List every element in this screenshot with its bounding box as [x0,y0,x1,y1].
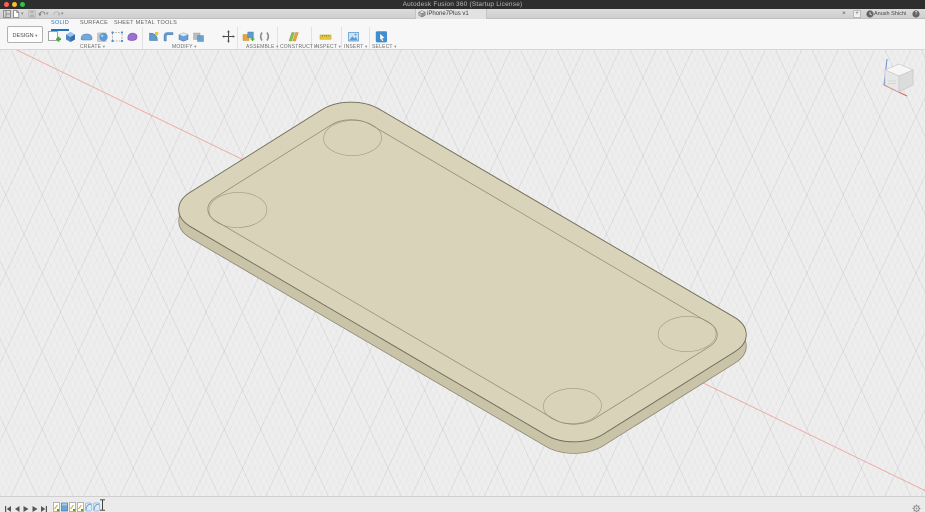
workspace-selector-button[interactable]: DESIGN ▾ [7,26,43,43]
file-caret-icon[interactable]: ▾ [21,10,24,18]
insert-canvas-button[interactable] [346,29,361,44]
tab-surface[interactable]: SURFACE [80,20,108,29]
select-button[interactable] [374,29,389,44]
revolve-button[interactable] [95,29,110,44]
document-cube-icon [418,10,426,18]
model-scene [0,50,925,496]
shell-button[interactable] [176,29,191,44]
joint-button[interactable] [257,29,272,44]
fusion360-window: Autodesk Fusion 360 (Startup License) ▾ … [0,0,925,512]
bounding-box-button[interactable] [110,29,125,44]
new-component-button[interactable] [241,29,256,44]
timeline-go-to-end-button[interactable] [40,500,48,508]
timeline-step-forward-button[interactable] [31,500,39,508]
group-divider [237,27,238,49]
ribbon-toolbar: DESIGN ▾ SOLID SURFACE SHEET METAL TOOLS [0,19,925,50]
timeline-feature-extrude[interactable] [61,499,68,509]
group-divider [142,27,143,49]
timeline-settings-gear-icon[interactable] [912,500,921,509]
account-menu[interactable]: Anush Shichi [874,11,906,17]
tab-tools[interactable]: TOOLS [157,20,177,29]
titlebar: Autodesk Fusion 360 (Startup License) [0,0,925,9]
redo-caret-icon[interactable]: ▾ [61,10,64,18]
extrude-button[interactable] [63,29,78,44]
timeline-play-button[interactable] [22,500,30,508]
timeline-step-back-button[interactable] [13,500,21,508]
undo-caret-icon[interactable]: ▾ [46,10,49,18]
close-tab-button[interactable]: × [842,10,846,17]
job-status-icon[interactable] [866,10,874,18]
form-button[interactable] [79,29,94,44]
move-button[interactable] [221,29,236,44]
undo-icon[interactable] [38,10,46,18]
save-icon[interactable] [28,10,36,18]
timeline-position-marker[interactable] [99,498,106,510]
group-divider [369,27,370,49]
document-tab-label: iPhone7Plus v1 [427,11,469,17]
redo-icon[interactable] [53,10,61,18]
data-panel-icon[interactable] [3,10,11,18]
measure-button[interactable] [318,29,333,44]
viewport-canvas[interactable] [0,50,925,496]
construction-plane-button[interactable] [286,29,301,44]
timeline-feature-fillet[interactable] [85,499,92,509]
viewcube[interactable] [876,54,922,100]
tab-sheet-metal[interactable]: SHEET METAL [114,20,155,29]
group-divider [341,27,342,49]
document-tab[interactable]: iPhone7Plus v1 [415,9,487,19]
help-icon[interactable]: ? [912,10,920,18]
timeline-go-to-start-button[interactable] [4,500,12,508]
quick-access-toolbar: ▾ ▾ ▾ iPhone7Plus v1 × + Anush Shichi ? [0,9,925,19]
combine-button[interactable] [191,29,206,44]
timeline-feature-sketch[interactable] [53,499,60,509]
sculpt-button[interactable] [125,29,140,44]
new-tab-button[interactable]: + [853,10,861,18]
window-title: Autodesk Fusion 360 (Startup License) [0,1,925,8]
timeline-feature-sketch[interactable] [69,499,76,509]
file-icon[interactable] [12,10,20,18]
create-sketch-button[interactable] [47,29,62,44]
timeline-bar [0,496,925,512]
fillet-button[interactable] [161,29,176,44]
timeline-feature-sketch[interactable] [77,499,84,509]
press-pull-button[interactable] [146,29,161,44]
